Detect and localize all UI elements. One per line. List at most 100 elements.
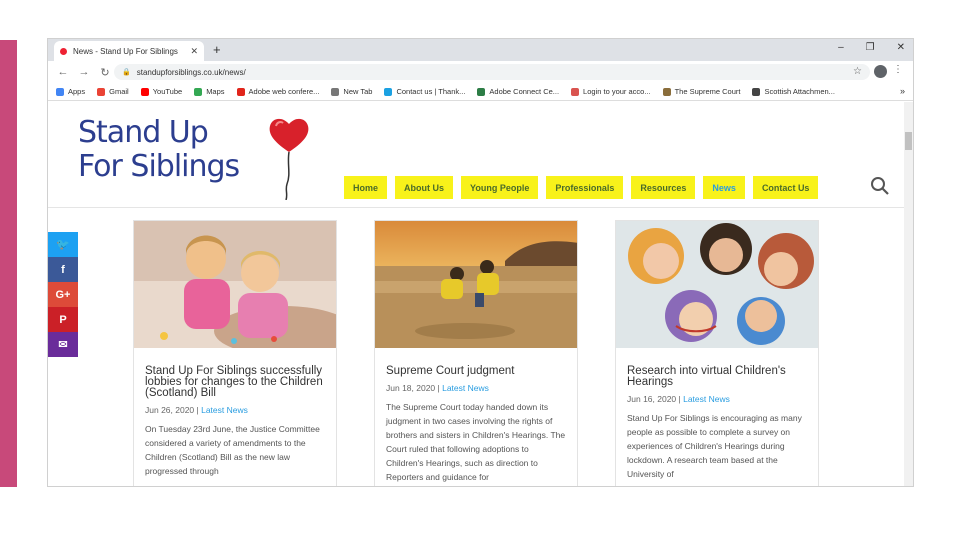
scrollbar-thumb[interactable] <box>905 132 912 150</box>
post-date: Jun 18, 2020 <box>386 383 436 393</box>
post-meta: Jun 16, 2020 | Latest News <box>627 394 730 404</box>
bookmark-label: Login to your acco... <box>583 87 651 96</box>
bookmark-item[interactable]: Apps <box>56 87 85 96</box>
bookmarks-bar: Apps Gmail YouTube Maps Adobe web confere...… <box>48 83 913 101</box>
bookmark-label: Gmail <box>109 87 129 96</box>
heart-balloon-icon <box>269 118 309 200</box>
post-meta: Jun 26, 2020 | Latest News <box>145 405 248 415</box>
slide: News - Stand Up For Siblings ✕ + – ❐ ✕ ←… <box>0 0 960 540</box>
post-image[interactable] <box>375 221 577 348</box>
social-share-bar: 🐦 f G+ P ✉ <box>48 232 78 357</box>
post-category[interactable]: Latest News <box>683 394 730 404</box>
snowflake-icon <box>384 87 393 96</box>
adobe-connect-icon <box>477 87 486 96</box>
bookmark-star-icon[interactable]: ☆ <box>853 66 862 77</box>
bookmark-item[interactable]: Gmail <box>97 87 129 96</box>
close-window-button[interactable]: ✕ <box>897 42 905 53</box>
bookmark-item[interactable]: YouTube <box>140 87 183 96</box>
bookmark-label: The Supreme Court <box>674 87 741 96</box>
bookmark-label: Maps <box>206 87 225 96</box>
post-title[interactable]: Stand Up For Siblings successfully lobbi… <box>145 365 325 399</box>
post-excerpt: Stand Up For Siblings is encouraging as … <box>627 413 802 479</box>
bookmark-label: Scottish Attachmen... <box>764 87 835 96</box>
nav-item-resources[interactable]: Resources <box>631 176 696 199</box>
bookmarks-overflow-button[interactable]: » <box>900 86 905 96</box>
bookmark-label: Adobe web confere... <box>248 87 320 96</box>
url-text: standupforsiblings.co.uk/news/ <box>136 67 246 77</box>
reload-icon[interactable]: ↻ <box>99 66 111 79</box>
logo-line2: For Siblings <box>78 149 240 184</box>
restore-button[interactable]: ❐ <box>866 42 875 53</box>
bookmark-label: Apps <box>68 87 86 96</box>
lock-icon: 🔒 <box>122 69 131 76</box>
forward-icon[interactable]: → <box>78 66 90 78</box>
menu-kebab-icon[interactable]: ⋮ <box>893 64 903 75</box>
bookmark-item[interactable]: New Tab <box>331 87 372 96</box>
favicon-icon <box>60 47 67 55</box>
post-card[interactable]: Supreme Court judgment Jun 18, 2020 | La… <box>374 220 578 486</box>
post-date: Jun 16, 2020 <box>627 394 677 404</box>
adobe-icon <box>236 87 245 96</box>
post-excerpt: The Supreme Court today handed down its … <box>386 402 566 482</box>
site-logo[interactable]: Stand Up For Siblings <box>78 115 240 184</box>
post-image[interactable] <box>616 221 818 348</box>
bookmark-item[interactable]: Maps <box>194 87 225 96</box>
post-category[interactable]: Latest News <box>442 383 489 393</box>
nav-item-professionals[interactable]: Professionals <box>546 176 624 199</box>
maps-icon <box>194 87 203 96</box>
post-category[interactable]: Latest News <box>201 405 248 415</box>
web-page: Stand Up For Siblings Home About Us Young … <box>48 102 913 486</box>
bookmark-item[interactable]: Adobe Connect Ce... <box>477 87 559 96</box>
post-title[interactable]: Supreme Court judgment <box>386 365 566 377</box>
tab-strip: News - Stand Up For Siblings ✕ + – ❐ ✕ <box>48 39 913 61</box>
nav-item-young-people[interactable]: Young People <box>461 176 539 199</box>
main-navigation: Home About Us Young People Professionals Res… <box>344 176 819 199</box>
youtube-icon <box>140 87 149 96</box>
post-excerpt: On Tuesday 23rd June, the Justice Commit… <box>145 424 320 476</box>
twitter-icon[interactable]: 🐦 <box>48 232 78 257</box>
bookmark-item[interactable]: Login to your acco... <box>571 87 651 96</box>
address-bar[interactable]: 🔒 standupforsiblings.co.uk/news/ ☆ <box>114 64 870 80</box>
bookmark-label: Adobe Connect Ce... <box>489 87 560 96</box>
tab-title: News - Stand Up For Siblings <box>73 46 178 56</box>
bookmark-item[interactable]: Contact us | Thank... <box>384 87 465 96</box>
post-card[interactable]: Research into virtual Children's Hearing… <box>615 220 819 486</box>
post-date: Jun 26, 2020 <box>145 405 195 415</box>
minimize-button[interactable]: – <box>838 42 844 53</box>
email-icon[interactable]: ✉ <box>48 332 78 357</box>
nav-item-home[interactable]: Home <box>344 176 388 199</box>
bookmark-item[interactable]: Adobe web confere... <box>236 87 320 96</box>
gmail-icon <box>97 87 106 96</box>
nav-item-contact-us[interactable]: Contact Us <box>752 176 819 199</box>
bookmark-item[interactable]: The Supreme Court <box>662 87 741 96</box>
new-tab-button[interactable]: + <box>213 42 221 57</box>
back-icon[interactable]: ← <box>57 66 69 78</box>
window-controls: – ❐ ✕ <box>838 42 905 53</box>
close-tab-icon[interactable]: ✕ <box>190 46 198 57</box>
browser-toolbar: ← → ↻ 🔒 standupforsiblings.co.uk/news/ ☆… <box>48 61 913 83</box>
browser-window: News - Stand Up For Siblings ✕ + – ❐ ✕ ←… <box>47 38 914 487</box>
globe-icon <box>331 87 340 96</box>
facebook-icon[interactable]: f <box>48 257 78 282</box>
post-image[interactable] <box>134 221 336 348</box>
nav-item-about-us[interactable]: About Us <box>395 176 454 199</box>
login-icon <box>571 87 580 96</box>
browser-tab[interactable]: News - Stand Up For Siblings ✕ <box>54 41 204 61</box>
logo-line1: Stand Up <box>78 115 209 150</box>
bookmark-label: YouTube <box>152 87 183 96</box>
google-plus-icon[interactable]: G+ <box>48 282 78 307</box>
profile-avatar-icon[interactable] <box>874 65 887 78</box>
pinterest-icon[interactable]: P <box>48 307 78 332</box>
bookmark-label: New Tab <box>343 87 373 96</box>
post-title[interactable]: Research into virtual Children's Hearing… <box>627 365 807 388</box>
bookmark-label: Contact us | Thank... <box>396 87 466 96</box>
accent-bar <box>0 40 17 487</box>
search-icon[interactable] <box>870 176 890 196</box>
nav-item-news[interactable]: News <box>703 176 745 199</box>
gear-icon <box>752 87 761 96</box>
post-card[interactable]: Stand Up For Siblings successfully lobbi… <box>133 220 337 486</box>
court-icon <box>662 87 671 96</box>
bookmark-item[interactable]: Scottish Attachmen... <box>752 87 835 96</box>
page-scrollbar[interactable] <box>904 102 913 486</box>
apps-grid-icon <box>56 87 64 96</box>
